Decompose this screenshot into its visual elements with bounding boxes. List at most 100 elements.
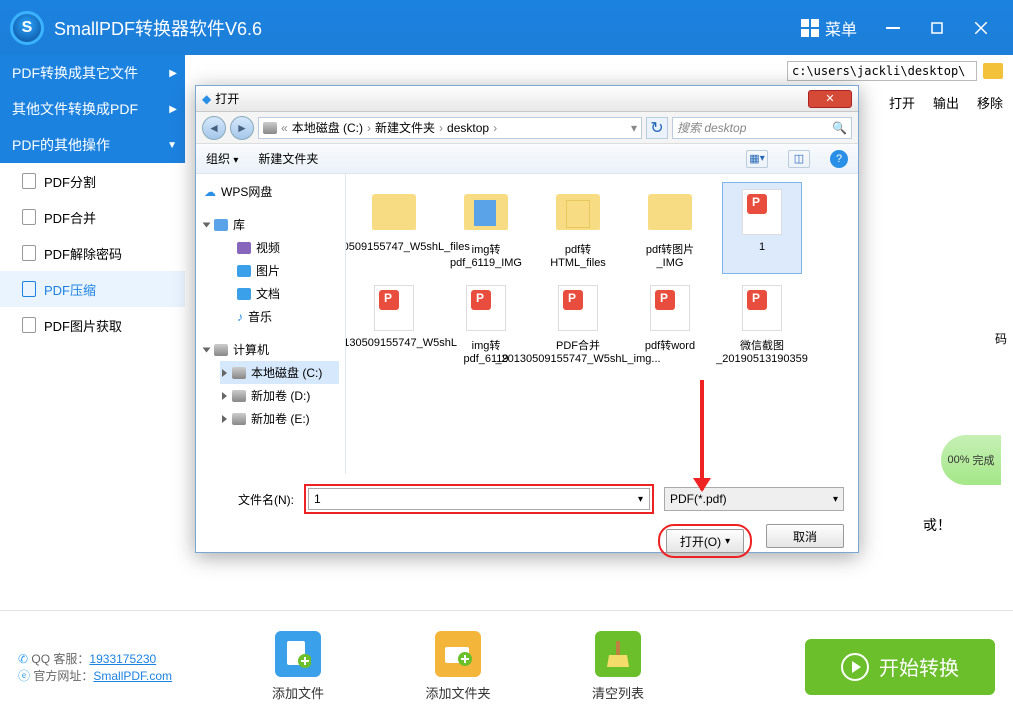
tree-drive-d[interactable]: 新加卷 (D:) — [220, 384, 339, 407]
play-icon — [841, 653, 869, 681]
sidebar-item-merge[interactable]: PDF合并 — [0, 199, 185, 235]
file-item[interactable]: 20130509155747_W5shL_files — [354, 182, 434, 274]
music-icon: ♪ — [237, 310, 243, 324]
file-name: 1 — [759, 241, 765, 253]
open-button[interactable]: 打开(O) ▾ — [666, 529, 744, 553]
file-item[interactable]: 微信截图_20190513190359 — [722, 278, 802, 370]
dialog-title: 打开 — [215, 90, 239, 107]
address-bar[interactable]: « 本地磁盘 (C:)› 新建文件夹› desktop› ▾ — [258, 117, 642, 139]
pdf-icon — [22, 209, 36, 225]
sidebar-item-split[interactable]: PDF分割 — [0, 163, 185, 199]
qq-label: QQ 客服： — [31, 652, 89, 666]
folder-icon — [372, 194, 416, 230]
tree-computer[interactable]: 计算机 — [202, 338, 339, 361]
file-name: img转pdf_6119_IMG — [450, 241, 522, 269]
add-file-button[interactable]: 添加文件 — [218, 631, 378, 702]
cloud-icon: ☁ — [204, 185, 216, 199]
new-folder-button[interactable]: 新建文件夹 — [258, 150, 318, 167]
tree-wps[interactable]: ☁WPS网盘 — [202, 180, 339, 203]
sidebar: PDF转换成其它文件▶ 其他文件转换成PDF▶ PDF的其他操作▼ PDF分割 … — [0, 55, 185, 610]
close-button[interactable] — [959, 13, 1003, 43]
open-button-highlight: 打开(O) ▾ — [658, 524, 752, 558]
sidebar-category-2[interactable]: PDF的其他操作▼ — [0, 127, 185, 163]
tree-music[interactable]: ♪音乐 — [220, 305, 339, 328]
computer-icon — [214, 344, 228, 356]
minimize-button[interactable] — [871, 13, 915, 43]
file-type-select[interactable]: PDF(*.pdf)▾ — [664, 487, 844, 511]
app-titlebar: S SmallPDF转换器软件V6.6 菜单 — [0, 0, 1013, 55]
pdf-icon — [22, 245, 36, 261]
broom-icon — [595, 631, 641, 677]
file-item[interactable]: pdf转图片_IMG — [630, 182, 710, 274]
sidebar-category-1[interactable]: 其他文件转换成PDF▶ — [0, 91, 185, 127]
folder-icon — [556, 194, 600, 230]
add-folder-button[interactable]: 添加文件夹 — [378, 631, 538, 702]
browse-folder-icon[interactable] — [983, 63, 1003, 79]
pdf-icon — [22, 173, 36, 189]
pdf-icon — [374, 285, 414, 331]
file-item[interactable]: 20130509155747_W5shL — [354, 278, 434, 370]
sidebar-item-unlock[interactable]: PDF解除密码 — [0, 235, 185, 271]
sidebar-category-0[interactable]: PDF转换成其它文件▶ — [0, 55, 185, 91]
file-name: pdf转图片_IMG — [635, 241, 705, 269]
file-item[interactable]: img转pdf_6119_IMG — [446, 182, 526, 274]
file-list: 20130509155747_W5shL_files img转pdf_6119_I… — [346, 174, 858, 474]
filename-input[interactable] — [308, 488, 632, 510]
filename-highlight: ▾ — [304, 484, 654, 514]
sidebar-item-extract-images[interactable]: PDF图片获取 — [0, 307, 185, 343]
filename-dropdown[interactable]: ▾ — [632, 488, 650, 510]
clear-list-button[interactable]: 清空列表 — [538, 631, 698, 702]
folder-icon — [464, 194, 508, 230]
site-link[interactable]: SmallPDF.com — [93, 669, 172, 683]
forward-button[interactable]: ► — [230, 116, 254, 140]
file-plus-icon — [275, 631, 321, 677]
action-remove[interactable]: 移除 — [977, 93, 1003, 112]
file-item[interactable]: pdf转HTML_files — [538, 182, 618, 274]
search-icon: 🔍 — [832, 121, 847, 135]
chevron-right-icon: ▶ — [169, 104, 177, 115]
chevron-down-icon: ▼ — [167, 140, 177, 151]
pdf-icon — [742, 189, 782, 235]
maximize-button[interactable] — [915, 13, 959, 43]
dialog-close-button[interactable]: ✕ — [808, 90, 852, 108]
action-open[interactable]: 打开 — [889, 93, 915, 112]
tree-drive-c[interactable]: 本地磁盘 (C:) — [220, 361, 339, 384]
app-logo: S — [10, 11, 44, 45]
sidebar-item-compress[interactable]: PDF压缩 — [0, 271, 185, 307]
output-path-input[interactable] — [787, 61, 977, 81]
file-name: 微信截图_20190513190359 — [716, 337, 808, 365]
document-icon — [237, 288, 251, 300]
cancel-button[interactable]: 取消 — [766, 524, 844, 548]
start-convert-button[interactable]: 开始转换 — [805, 639, 995, 695]
filename-label: 文件名(N): — [210, 491, 294, 508]
disk-icon — [232, 367, 246, 379]
tree-libraries[interactable]: 库 — [202, 213, 339, 236]
tree-pictures[interactable]: 图片 — [220, 259, 339, 282]
dialog-titlebar: ◆ 打开 ✕ — [196, 86, 858, 112]
file-item[interactable]: 1 — [722, 182, 802, 274]
tree-drive-e[interactable]: 新加卷 (E:) — [220, 407, 339, 430]
disk-icon — [263, 122, 277, 134]
pdf-icon — [22, 281, 36, 297]
view-mode-button[interactable]: ▦ ▾ — [746, 150, 768, 168]
organize-menu[interactable]: 组织 ▾ — [206, 150, 238, 167]
action-output[interactable]: 输出 — [933, 93, 959, 112]
refresh-button[interactable]: ↻ — [646, 117, 668, 139]
search-input[interactable]: 搜索 desktop 🔍 — [672, 117, 852, 139]
menu-button[interactable]: 菜单 — [787, 16, 871, 40]
qq-link[interactable]: 1933175230 — [89, 652, 156, 666]
disk-icon — [232, 413, 246, 425]
help-icon[interactable]: ? — [830, 150, 848, 168]
tree-videos[interactable]: 视频 — [220, 236, 339, 259]
file-open-dialog: ◆ 打开 ✕ ◄ ► « 本地磁盘 (C:)› 新建文件夹› desktop› … — [195, 85, 859, 553]
dialog-nav: ◄ ► « 本地磁盘 (C:)› 新建文件夹› desktop› ▾ ↻ 搜索 … — [196, 112, 858, 144]
library-icon — [214, 219, 228, 231]
tree-documents[interactable]: 文档 — [220, 282, 339, 305]
file-item[interactable]: pdf转word — [630, 278, 710, 370]
pdf-icon — [742, 285, 782, 331]
pdf-icon — [22, 317, 36, 333]
hint-fragment: 码 — [995, 330, 1007, 347]
file-item[interactable]: PDF合并_20130509155747_W5shL_img... — [538, 278, 618, 370]
preview-pane-button[interactable]: ◫ — [788, 150, 810, 168]
back-button[interactable]: ◄ — [202, 116, 226, 140]
